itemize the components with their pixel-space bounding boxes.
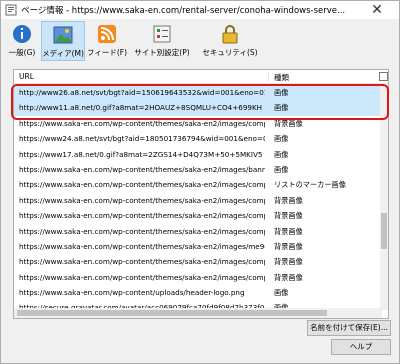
item-url: https://www.saka-en.com/wp-content/uploa…: [19, 288, 245, 298]
tab-security-label: セキュリティ(S): [202, 48, 258, 57]
list-item[interactable]: https://www.saka-en.com/wp-content/uploa…: [14, 285, 382, 300]
item-url: https://www24.a8.net/svt/bgt?aid=1805017…: [19, 134, 265, 144]
column-header-url[interactable]: URL: [19, 72, 34, 81]
annotation-highlight-box: [11, 84, 389, 120]
save-as-button[interactable]: 名前を付けて保存(E)...: [307, 320, 391, 336]
item-url: https://www.saka-en.com/wp-content/theme…: [19, 180, 265, 190]
item-type: 背景画像: [274, 195, 303, 205]
item-url: https://www.saka-en.com/wp-content/theme…: [19, 211, 265, 221]
item-type: 背景画像: [274, 257, 303, 267]
list-item[interactable]: https://www.saka-en.com/wp-content/theme…: [14, 239, 382, 254]
item-type: 画像: [274, 134, 289, 144]
permissions-icon: [153, 25, 171, 43]
list-item[interactable]: https://www.saka-en.com/wp-content/theme…: [14, 177, 382, 192]
tab-permissions[interactable]: サイト別設定(P): [129, 21, 195, 61]
item-url: https://www.saka-en.com/wp-content/theme…: [19, 272, 265, 282]
item-type: 背景画像: [274, 226, 303, 236]
help-button[interactable]: ヘルプ: [331, 339, 391, 355]
list-item[interactable]: https://www.saka-en.com/wp-content/theme…: [14, 254, 382, 269]
tab-security[interactable]: セキュリティ(S): [197, 21, 263, 61]
item-type: 画像: [274, 288, 289, 298]
item-url: https://www.saka-en.com/wp-content/theme…: [19, 164, 265, 174]
item-type: 背景画像: [274, 211, 303, 221]
tab-feed-label: フィード(F): [87, 48, 128, 57]
list-item[interactable]: https://www.saka-en.com/wp-content/theme…: [14, 270, 382, 285]
column-picker-icon[interactable]: [379, 72, 388, 81]
title-bar: ページ情報 - https://www.saka-en.com/rental-s…: [1, 1, 399, 19]
list-header: URL 種類: [14, 70, 388, 84]
horizontal-scrollbar[interactable]: [14, 308, 382, 318]
column-separator[interactable]: [268, 72, 269, 82]
list-item[interactable]: https://www.saka-en.com/wp-content/theme…: [14, 193, 382, 208]
item-url: https://www17.a8.net/0.gif?a8mat=2ZGS14+…: [19, 149, 263, 159]
item-type: 画像: [274, 149, 289, 159]
item-url: https://www.saka-en.com/wp-content/theme…: [19, 257, 265, 267]
media-icon: [53, 26, 73, 44]
item-type: 背景画像: [274, 241, 303, 251]
vertical-scroll-thumb[interactable]: [381, 213, 387, 249]
tab-feed[interactable]: フィード(F): [87, 21, 127, 61]
item-url: https://www.saka-en.com/wp-content/theme…: [19, 226, 265, 236]
window-title: ページ情報 - https://www.saka-en.com/rental-s…: [21, 6, 346, 16]
lock-icon: [222, 25, 238, 44]
item-url: https://www.saka-en.com/wp-content/theme…: [19, 241, 265, 251]
item-url: https://www.saka-en.com/wp-content/theme…: [19, 195, 265, 205]
info-icon: [13, 25, 31, 43]
close-icon: ✕: [371, 2, 383, 18]
tab-permissions-label: サイト別設定(P): [134, 48, 190, 57]
list-item[interactable]: https://www.saka-en.com/wp-content/theme…: [14, 224, 382, 239]
item-type: リストのマーカー画像: [274, 180, 346, 190]
list-item[interactable]: https://www.saka-en.com/wp-content/theme…: [14, 208, 382, 223]
close-button[interactable]: ✕: [355, 1, 399, 19]
list-item[interactable]: https://www17.a8.net/0.gif?a8mat=2ZGS14+…: [14, 147, 382, 162]
tab-general-label: 一般(G): [8, 48, 36, 57]
item-type: 背景画像: [274, 272, 303, 282]
rss-icon: [98, 25, 116, 43]
list-item[interactable]: https://www.saka-en.com/wp-content/theme…: [14, 162, 382, 177]
page-info-icon: [5, 4, 17, 16]
item-type: 画像: [274, 164, 289, 174]
page-info-window: ページ情報 - https://www.saka-en.com/rental-s…: [0, 0, 400, 364]
tab-general[interactable]: 一般(G): [5, 21, 39, 61]
list-item[interactable]: https://www24.a8.net/svt/bgt?aid=1805017…: [14, 131, 382, 146]
column-header-type[interactable]: 種類: [274, 72, 289, 83]
tab-media-label: メディア(M): [42, 49, 84, 58]
tab-media[interactable]: メディア(M): [41, 21, 85, 61]
horizontal-scroll-thumb[interactable]: [17, 310, 327, 316]
